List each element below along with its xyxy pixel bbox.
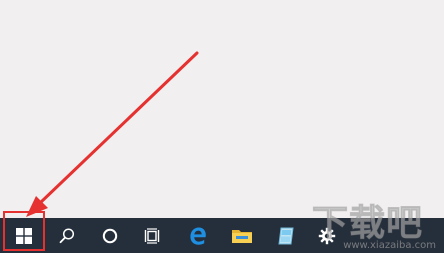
search-button[interactable]	[45, 218, 89, 253]
store-app-icon	[278, 227, 294, 244]
windows-logo-icon	[16, 227, 32, 244]
file-explorer-button[interactable]	[220, 218, 264, 253]
folder-icon	[232, 229, 252, 243]
gear-icon	[318, 227, 336, 244]
settings-button[interactable]	[310, 218, 344, 253]
start-button[interactable]	[2, 218, 46, 253]
cortana-button[interactable]	[88, 218, 132, 253]
store-app-button[interactable]	[264, 218, 308, 253]
search-icon	[59, 227, 75, 243]
task-view-icon	[144, 227, 160, 244]
cortana-circle-icon	[102, 228, 118, 243]
screen: 下载吧 www.xiazaiba.com	[0, 0, 444, 253]
desktop-background[interactable]	[0, 0, 444, 218]
task-view-button[interactable]	[131, 218, 175, 253]
edge-browser-icon	[190, 227, 206, 245]
taskbar	[0, 218, 444, 253]
edge-browser-button[interactable]	[176, 218, 220, 253]
